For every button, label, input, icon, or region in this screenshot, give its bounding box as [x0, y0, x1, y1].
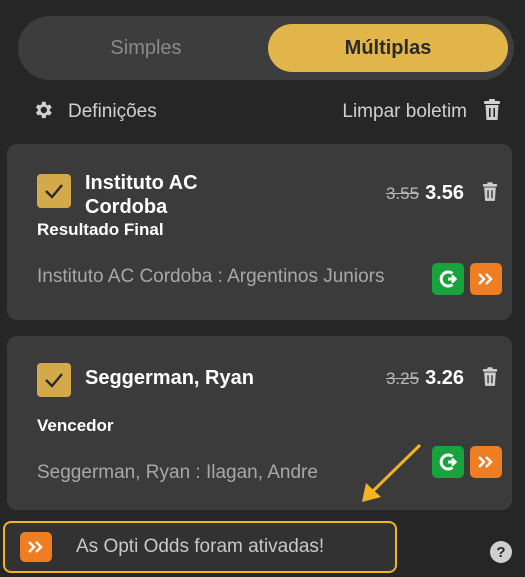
gear-icon — [32, 99, 54, 126]
event-name: Instituto AC Cordoba : Argentinos Junior… — [37, 266, 385, 287]
trash-icon — [483, 98, 501, 126]
opti-odds-icon[interactable] — [470, 263, 502, 295]
cashout-icon[interactable] — [432, 446, 464, 478]
help-icon[interactable]: ? — [490, 541, 512, 563]
selection-name: Instituto AC Cordoba — [85, 172, 198, 218]
remove-bet-icon[interactable] — [482, 182, 498, 207]
cashout-icon[interactable] — [432, 263, 464, 295]
bet-card: Instituto AC Cordoba 3.55 3.56 Resultado… — [7, 144, 512, 320]
bet-card: Seggerman, Ryan 3.25 3.26 Vencedor Segge… — [7, 336, 512, 510]
opti-odds-icon[interactable] — [470, 446, 502, 478]
checkmark-icon — [45, 373, 63, 388]
market-name: Resultado Final — [37, 220, 164, 239]
remove-bet-icon[interactable] — [482, 367, 498, 392]
clear-betslip-label: Limpar boletim — [342, 101, 467, 122]
new-odds: 3.26 — [425, 367, 464, 389]
opti-odds-text: As Opti Odds foram ativadas! — [76, 536, 325, 557]
settings-button[interactable]: Definições — [32, 98, 157, 126]
selection-checkbox[interactable] — [37, 174, 71, 208]
opti-odds-notice: As Opti Odds foram ativadas! — [3, 521, 397, 573]
odds: 3.55 3.56 — [386, 182, 464, 205]
old-odds: 3.55 — [385, 184, 420, 203]
odds: 3.25 3.26 — [386, 367, 464, 390]
checkmark-icon — [45, 184, 63, 199]
tab-multiplas[interactable]: Múltiplas — [268, 24, 508, 72]
bet-badges — [432, 446, 502, 478]
clear-betslip-button[interactable]: Limpar boletim — [342, 98, 501, 126]
old-odds: 3.25 — [385, 369, 420, 388]
selection-checkbox[interactable] — [37, 363, 71, 397]
event-name: Seggerman, Ryan : Ilagan, Andre — [37, 462, 318, 483]
bet-type-toggle: Simples Múltiplas — [18, 16, 514, 80]
tab-simples[interactable]: Simples — [26, 24, 266, 72]
settings-label: Definições — [68, 101, 157, 122]
selection-name: Seggerman, Ryan — [85, 367, 254, 389]
bet-badges — [432, 263, 502, 295]
market-name: Vencedor — [37, 416, 114, 435]
new-odds: 3.56 — [425, 182, 464, 204]
opti-odds-icon — [20, 532, 52, 562]
